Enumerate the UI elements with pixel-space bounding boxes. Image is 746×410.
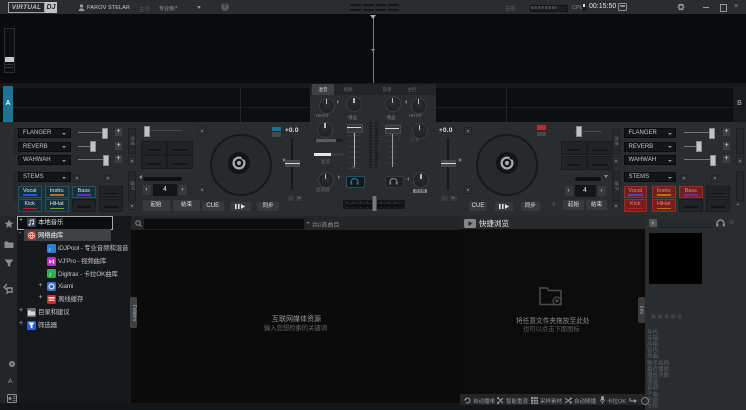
svg-text:♪: ♪ <box>48 247 51 253</box>
svg-text:♪: ♪ <box>48 272 51 278</box>
